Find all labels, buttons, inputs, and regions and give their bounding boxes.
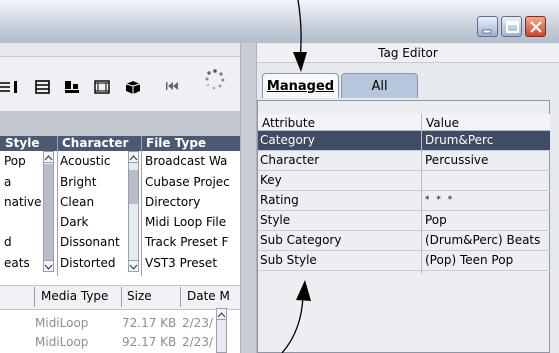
result-media-type[interactable]: MidiLoop — [35, 335, 88, 349]
cube-icon[interactable] — [125, 80, 141, 94]
rewind-icon[interactable] — [165, 81, 179, 91]
column-separator — [180, 287, 181, 307]
maximize-button[interactable] — [501, 16, 522, 37]
result-media-type[interactable]: MidiLoop — [35, 316, 88, 330]
list-item[interactable]: native F — [4, 192, 42, 212]
column-header-character[interactable]: Character — [62, 136, 142, 151]
list-item[interactable]: Dark — [60, 212, 130, 232]
left-pane-topbar — [0, 43, 240, 57]
list-item[interactable]: a — [4, 172, 42, 192]
tag-value: (Pop) Teen Pop — [425, 253, 514, 267]
list-item[interactable]: d — [4, 232, 42, 252]
tab-all[interactable]: All — [341, 73, 418, 98]
rating-stars[interactable]: * * * — [425, 195, 454, 205]
list-item[interactable]: Bright — [60, 172, 130, 192]
result-date[interactable]: 2/23/ — [182, 335, 213, 349]
maximize-icon — [506, 21, 519, 33]
columns-icon[interactable] — [64, 80, 80, 94]
tag-value: (Drum&Perc) Beats — [425, 233, 541, 247]
list-item[interactable] — [4, 212, 42, 232]
list-item[interactable]: Track Preset F — [145, 232, 240, 252]
column-separator — [34, 287, 35, 307]
tab-all-label: All — [371, 79, 388, 94]
scroll-down-arrow[interactable] — [43, 260, 54, 272]
pane-splitter[interactable] — [240, 43, 257, 353]
tab-managed-label: Managed — [266, 79, 335, 94]
list-item[interactable]: Directory — [145, 192, 240, 212]
filmstrip-icon[interactable] — [94, 80, 110, 94]
window-titlebar — [0, 0, 559, 43]
scroll-up-arrow[interactable] — [216, 308, 227, 320]
close-button[interactable] — [525, 16, 546, 37]
tag-attribute: Character — [260, 153, 320, 167]
tag-attribute: Sub Category — [260, 233, 342, 247]
scroll-up-arrow[interactable] — [43, 151, 54, 163]
tag-row-character[interactable]: Character Percussive — [258, 151, 550, 171]
list-item[interactable]: Pop — [4, 151, 42, 171]
list-item[interactable]: Clean — [60, 192, 130, 212]
result-date[interactable]: 2/23/ — [182, 316, 213, 330]
list-item[interactable]: Cubase Projec — [145, 172, 240, 192]
tag-row-style[interactable]: Style Pop — [258, 211, 550, 231]
tag-value: Drum&Perc — [425, 133, 494, 147]
column-header-style[interactable]: Style — [5, 136, 57, 151]
results-header-size[interactable]: Size — [127, 289, 152, 303]
grid-view-icon[interactable] — [35, 80, 51, 94]
filter-header-band — [0, 111, 240, 136]
list-item[interactable]: Acoustic — [60, 151, 130, 171]
header-value[interactable]: Value — [426, 116, 459, 130]
scroll-up-arrow[interactable] — [128, 151, 139, 163]
tag-row-rating[interactable]: Rating * * * — [258, 191, 550, 211]
tag-attribute: Key — [260, 173, 282, 187]
column-separator — [121, 287, 122, 307]
list-item[interactable]: VST3 Preset — [145, 253, 240, 273]
results-header-date[interactable]: Date M — [187, 289, 230, 303]
tag-attribute: Style — [260, 213, 291, 227]
tag-attribute: Rating — [260, 193, 299, 207]
tag-attribute: Category — [260, 133, 315, 147]
column-separator — [421, 114, 422, 274]
column-separator — [57, 136, 58, 276]
result-size[interactable]: 92.17 KB — [122, 335, 176, 349]
list-item[interactable]: Dissonant — [60, 232, 130, 252]
tag-editor-title: Tag Editor — [257, 44, 559, 63]
list-item[interactable]: eats — [4, 253, 42, 273]
tag-row-category[interactable]: Category Drum&Perc — [258, 131, 550, 151]
tag-row-key[interactable]: Key — [258, 171, 550, 191]
close-icon — [530, 21, 542, 33]
results-header-media-type[interactable]: Media Type — [41, 289, 108, 303]
header-attribute[interactable]: Attribute — [262, 116, 315, 130]
column-separator — [141, 136, 142, 276]
tag-value: Pop — [425, 213, 447, 227]
tag-value: Percussive — [425, 153, 489, 167]
spinner-icon — [205, 69, 225, 90]
tag-attribute: Sub Style — [260, 253, 317, 267]
tab-managed[interactable]: Managed — [262, 73, 339, 98]
minimize-button[interactable] — [477, 16, 498, 37]
scroll-down-arrow[interactable] — [128, 260, 139, 272]
list-item[interactable]: Broadcast Wa — [145, 151, 240, 171]
column-header-file-type[interactable]: File Type — [146, 136, 240, 151]
tag-row-sub-style[interactable]: Sub Style (Pop) Teen Pop — [258, 251, 550, 271]
tag-row-sub-category[interactable]: Sub Category (Drum&Perc) Beats — [258, 231, 550, 251]
scroll-thumb[interactable] — [129, 170, 138, 204]
minimize-icon — [482, 29, 492, 34]
list-item[interactable]: Midi Loop File — [145, 212, 240, 232]
scroll-thumb[interactable] — [44, 164, 53, 260]
result-size[interactable]: 72.17 KB — [122, 316, 176, 330]
list-view-icon[interactable] — [0, 80, 26, 94]
list-item[interactable]: Distorted — [60, 253, 130, 273]
